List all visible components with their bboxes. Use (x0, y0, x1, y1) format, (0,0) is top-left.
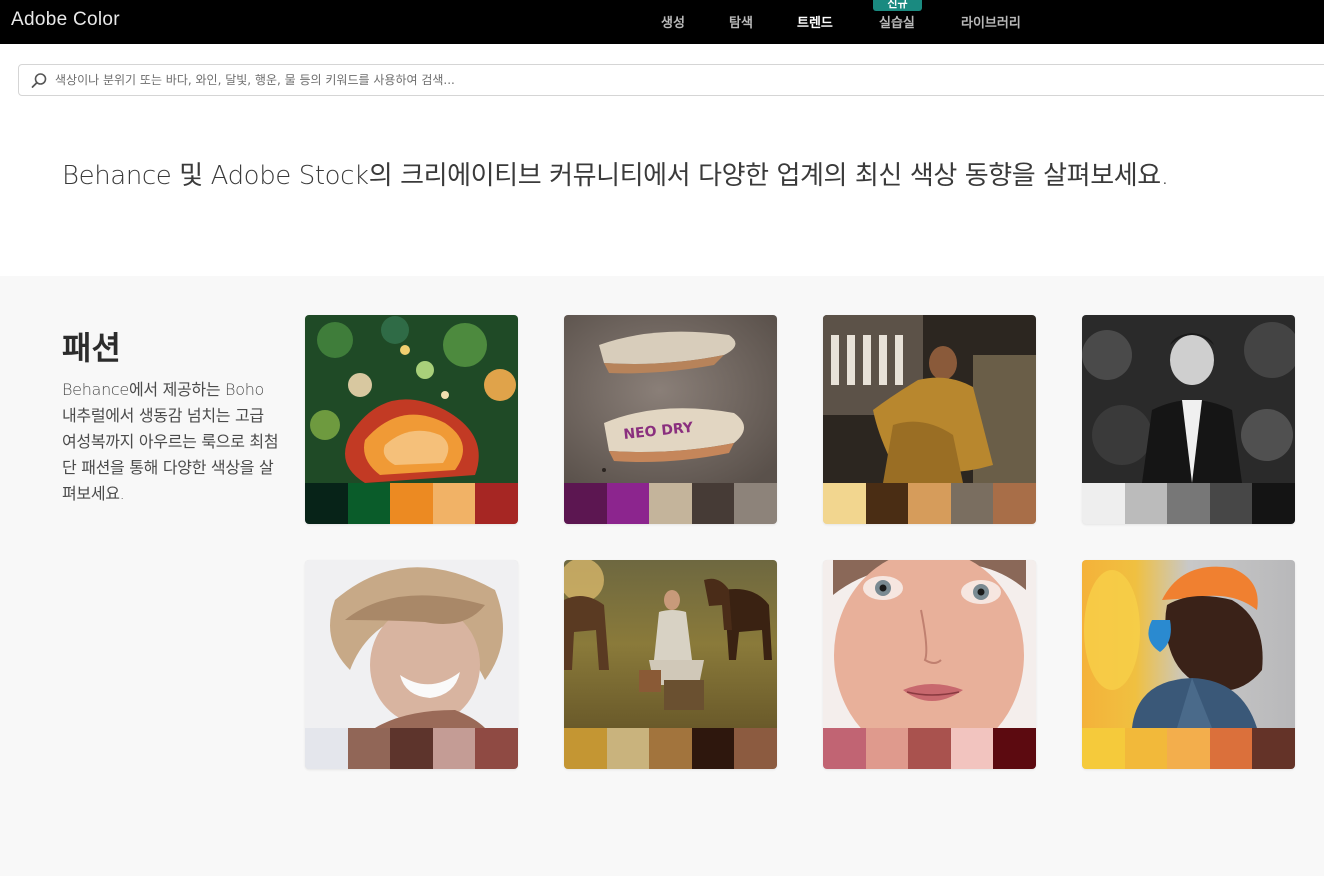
theme-card-4[interactable] (1082, 315, 1295, 524)
color-swatch (1082, 483, 1125, 524)
search-icon (31, 73, 47, 88)
color-swatch (823, 483, 866, 524)
color-swatch (390, 483, 433, 524)
color-swatch (564, 483, 607, 524)
color-swatch (1124, 728, 1168, 769)
page-headline: Behance 및 Adobe Stock의 크리에이티브 커뮤니티에서 다양한… (62, 161, 1169, 191)
section-title: 패션 (62, 329, 121, 367)
color-swatch (606, 483, 650, 524)
theme-photo (305, 315, 518, 483)
color-swatch (347, 728, 391, 769)
theme-photo (823, 560, 1036, 728)
theme-photo (1082, 315, 1295, 483)
search-input[interactable] (55, 65, 1255, 95)
color-swatch (606, 728, 650, 769)
theme-card-3[interactable] (823, 315, 1036, 524)
theme-photo (823, 315, 1036, 483)
nav-trends[interactable]: 트렌드 (797, 12, 833, 31)
color-swatch (691, 483, 735, 524)
theme-card-2[interactable]: NEO DRY (564, 315, 777, 524)
swatch-strip (823, 483, 1036, 524)
color-swatch (865, 728, 909, 769)
color-swatch (305, 728, 348, 769)
color-swatch (347, 483, 391, 524)
color-swatch (993, 483, 1036, 524)
color-swatch (432, 728, 476, 769)
swatch-strip (305, 483, 518, 524)
color-swatch (1209, 728, 1253, 769)
color-swatch (1252, 483, 1295, 524)
color-swatch (1082, 728, 1125, 769)
nav-explore[interactable]: 탐색 (729, 12, 753, 31)
color-swatch (1124, 483, 1168, 524)
nav-lab[interactable]: 실습실 (879, 12, 915, 31)
swatch-strip (305, 728, 518, 769)
color-swatch (908, 728, 951, 769)
theme-photo (305, 560, 518, 728)
theme-card-6[interactable] (564, 560, 777, 769)
theme-card-8[interactable] (1082, 560, 1295, 769)
top-bar: Adobe Color 생성 탐색 트렌드 신규 실습실 라이브러리 (0, 0, 1324, 44)
theme-photo (1082, 560, 1295, 728)
color-swatch (475, 483, 518, 524)
theme-photo: NEO DRY (564, 315, 777, 483)
color-swatch (649, 483, 692, 524)
color-swatch (305, 483, 348, 524)
color-swatch (1167, 728, 1210, 769)
swatch-strip (823, 728, 1036, 769)
color-swatch (475, 728, 518, 769)
color-swatch (823, 728, 866, 769)
search-bar (18, 64, 1324, 96)
theme-card-1[interactable] (305, 315, 518, 524)
color-swatch (1167, 483, 1210, 524)
color-swatch (950, 483, 994, 524)
color-swatch (1252, 728, 1295, 769)
swatch-strip (1082, 728, 1295, 769)
theme-card-5[interactable] (305, 560, 518, 769)
swatch-strip (564, 483, 777, 524)
color-swatch (649, 728, 692, 769)
section-description: Behance에서 제공하는 Boho 내추럴에서 생동감 넘치는 고급 여성복… (62, 380, 279, 503)
nav-create[interactable]: 생성 (661, 12, 685, 31)
color-swatch (734, 728, 777, 769)
color-swatch (390, 728, 433, 769)
new-badge: 신규 (873, 0, 922, 11)
nav-library[interactable]: 라이브러리 (961, 12, 1021, 31)
app-title[interactable]: Adobe Color (11, 9, 120, 31)
color-swatch (865, 483, 909, 524)
color-swatch (691, 728, 735, 769)
color-swatch (1209, 483, 1253, 524)
color-swatch (734, 483, 777, 524)
theme-card-7[interactable] (823, 560, 1036, 769)
color-swatch (564, 728, 607, 769)
color-swatch (950, 728, 994, 769)
fashion-section: 패션 Behance에서 제공하는 Boho 내추럴에서 생동감 넘치는 고급 … (0, 276, 1324, 876)
color-swatch (908, 483, 951, 524)
theme-photo (564, 560, 777, 728)
color-swatch (432, 483, 476, 524)
swatch-strip (564, 728, 777, 769)
color-swatch (993, 728, 1036, 769)
swatch-strip (1082, 483, 1295, 524)
